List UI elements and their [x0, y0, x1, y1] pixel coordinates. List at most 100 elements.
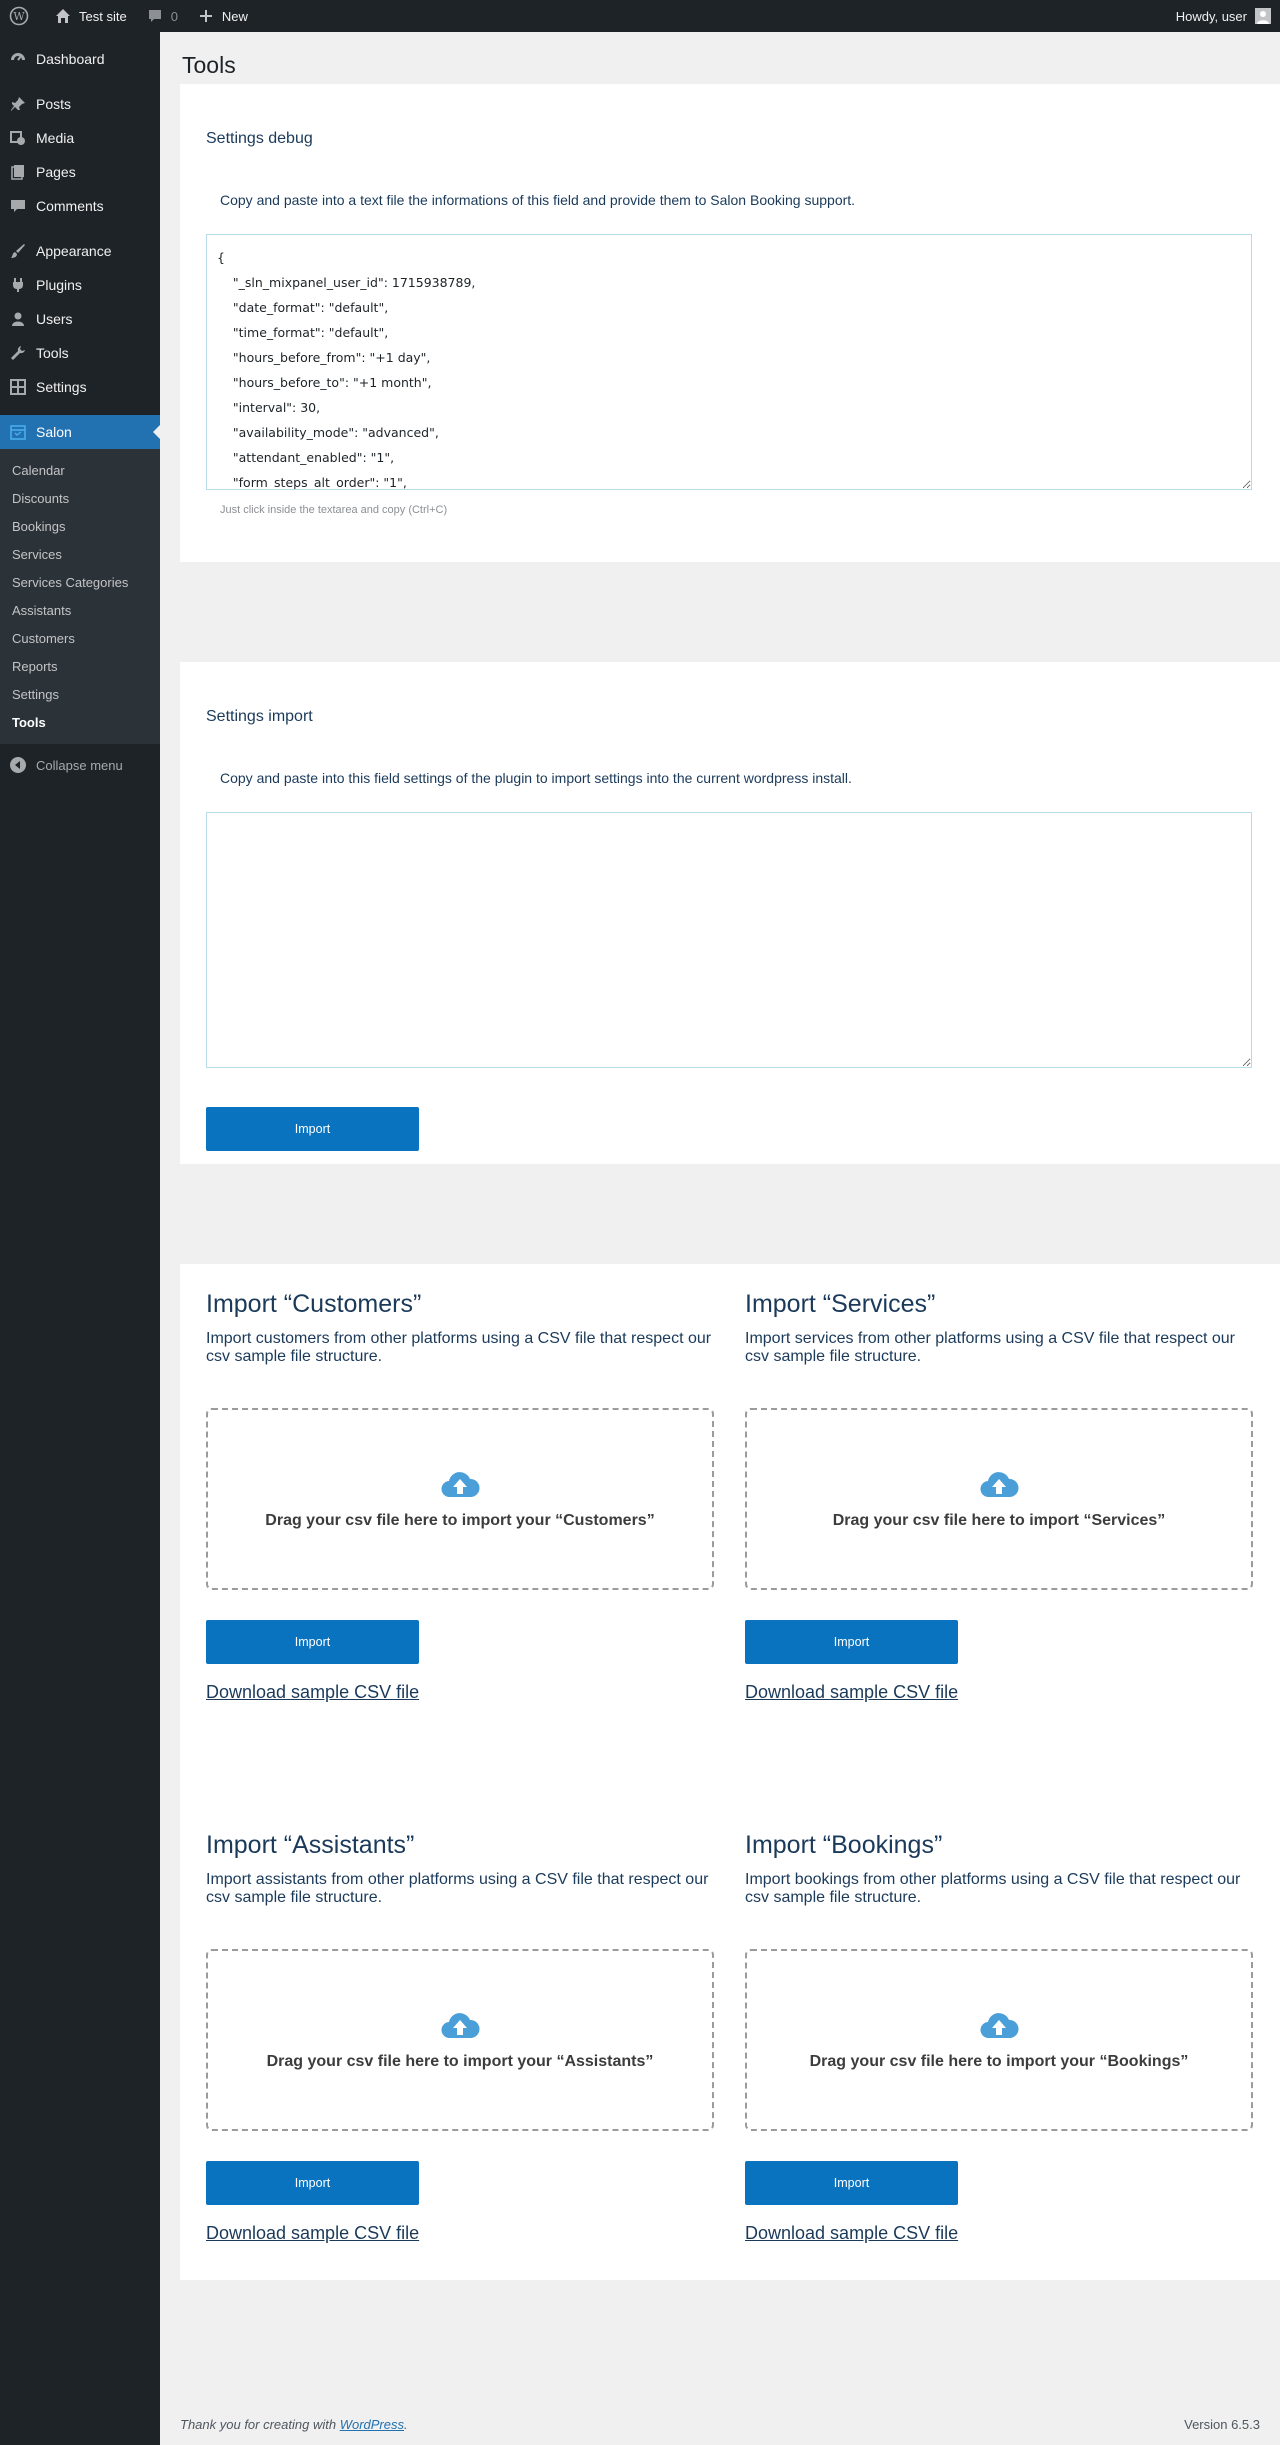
sidebar-item-plugins[interactable]: Plugins: [0, 268, 160, 302]
admin-sidebar: Dashboard Posts Media Pages Comments App…: [0, 32, 160, 2445]
sidebar-item-label: Posts: [36, 96, 72, 112]
customers-drop-text: Drag your csv file here to import your “…: [265, 1511, 655, 1529]
settings-debug-textarea[interactable]: { "_sln_mixpanel_user_id": 1715938789, "…: [206, 234, 1252, 490]
submenu-item-discounts[interactable]: Discounts: [0, 484, 160, 512]
page-icon: [8, 162, 28, 182]
sidebar-item-settings[interactable]: Settings: [0, 370, 160, 404]
assistants-sample-csv-link[interactable]: Download sample CSV file: [206, 2223, 419, 2244]
import-customers-button[interactable]: Import: [206, 1620, 419, 1664]
site-name-menu[interactable]: Test site: [44, 0, 136, 32]
sidebar-item-label: Dashboard: [36, 51, 105, 67]
cloud-upload-icon: [979, 1469, 1019, 1504]
calendar-icon: [8, 422, 28, 442]
plus-icon: [196, 6, 216, 26]
wrench-icon: [8, 343, 28, 363]
my-account-menu[interactable]: Howdy, user: [1167, 0, 1280, 32]
settings-import-title: Settings import: [206, 708, 313, 725]
wordpress-logo-menu[interactable]: W: [0, 0, 44, 32]
new-label: New: [221, 8, 248, 24]
admin-footer: Thank you for creating with WordPress. V…: [180, 2417, 1260, 2432]
bookings-sample-csv-link[interactable]: Download sample CSV file: [745, 2223, 958, 2244]
sidebar-item-dashboard[interactable]: Dashboard: [0, 42, 160, 76]
sidebar-item-label: Salon: [36, 424, 72, 440]
sidebar-item-pages[interactable]: Pages: [0, 155, 160, 189]
wordpress-link[interactable]: WordPress: [340, 2417, 404, 2432]
comment-icon: [8, 196, 28, 216]
settings-import-panel: Settings import Copy and paste into this…: [180, 662, 1280, 1164]
page-title: Tools: [182, 52, 236, 78]
pin-icon: [8, 94, 28, 114]
sidebar-item-label: Appearance: [36, 243, 112, 259]
settings-debug-hint: Just click inside the textarea and copy …: [220, 504, 448, 516]
sidebar-item-label: Plugins: [36, 277, 82, 293]
sidebar-item-label: Pages: [36, 164, 76, 180]
footer-thanks: Thank you for creating with WordPress.: [180, 2417, 408, 2432]
import-services-section: Import “Services” Import services from o…: [745, 1290, 1253, 1702]
bookings-dropzone[interactable]: Drag your csv file here to import your “…: [745, 1949, 1253, 2131]
import-services-title: Import “Services”: [745, 1290, 936, 1318]
import-customers-description: Import customers from other platforms us…: [206, 1330, 712, 1365]
footer-thanks-prefix: Thank you for creating with: [180, 2417, 340, 2432]
sidebar-item-appearance[interactable]: Appearance: [0, 234, 160, 268]
sidebar-item-posts[interactable]: Posts: [0, 87, 160, 121]
sidebar-item-label: Users: [36, 311, 73, 327]
import-customers-title: Import “Customers”: [206, 1290, 422, 1318]
submenu-item-assistants[interactable]: Assistants: [0, 596, 160, 624]
bookings-drop-text: Drag your csv file here to import your “…: [809, 2052, 1189, 2070]
submenu-item-reports[interactable]: Reports: [0, 652, 160, 680]
sidebar-item-comments[interactable]: Comments: [0, 189, 160, 223]
import-bookings-title: Import “Bookings”: [745, 1831, 943, 1859]
sidebar-item-salon[interactable]: Salon: [0, 415, 160, 449]
customers-sample-csv-link[interactable]: Download sample CSV file: [206, 1682, 419, 1703]
services-drop-text: Drag your csv file here to import “Servi…: [832, 1511, 1166, 1529]
admin-bar: W Test site 0 New Howdy, user: [0, 0, 1280, 32]
submenu-item-customers[interactable]: Customers: [0, 624, 160, 652]
sidebar-item-tools[interactable]: Tools: [0, 336, 160, 370]
import-bookings-section: Import “Bookings” Import bookings from o…: [745, 1831, 1253, 2243]
cloud-upload-icon: [979, 2010, 1019, 2045]
import-customers-section: Import “Customers” Import customers from…: [206, 1290, 714, 1702]
site-name: Test site: [79, 8, 127, 24]
sidebar-item-media[interactable]: Media: [0, 121, 160, 155]
submenu-item-bookings[interactable]: Bookings: [0, 512, 160, 540]
submenu-item-services-categories[interactable]: Services Categories: [0, 568, 160, 596]
collapse-arrow-icon: [8, 755, 28, 775]
customers-dropzone[interactable]: Drag your csv file here to import your “…: [206, 1408, 714, 1590]
collapse-menu-button[interactable]: Collapse menu: [0, 748, 160, 782]
settings-import-button[interactable]: Import: [206, 1107, 419, 1151]
services-dropzone[interactable]: Drag your csv file here to import “Servi…: [745, 1408, 1253, 1590]
sidebar-item-label: Tools: [36, 345, 69, 361]
assistants-drop-text: Drag your csv file here to import your “…: [266, 2052, 654, 2070]
sidebar-item-users[interactable]: Users: [0, 302, 160, 336]
submenu-item-settings[interactable]: Settings: [0, 680, 160, 708]
comment-bubble-icon: [145, 6, 165, 26]
import-assistants-button[interactable]: Import: [206, 2161, 419, 2205]
home-icon: [53, 6, 73, 26]
import-services-button[interactable]: Import: [745, 1620, 958, 1664]
submenu-item-calendar[interactable]: Calendar: [0, 456, 160, 484]
cloud-upload-icon: [440, 2010, 480, 2045]
comments-count: 0: [170, 8, 178, 24]
brush-icon: [8, 241, 28, 261]
howdy-text: Howdy, user: [1175, 8, 1247, 24]
salon-submenu: Calendar Discounts Bookings Services Ser…: [0, 449, 160, 744]
comments-menu[interactable]: 0: [136, 0, 187, 32]
sidebar-item-label: Media: [36, 130, 75, 146]
assistants-dropzone[interactable]: Drag your csv file here to import your “…: [206, 1949, 714, 2131]
settings-import-textarea[interactable]: [206, 812, 1252, 1068]
import-bookings-description: Import bookings from other platforms usi…: [745, 1871, 1241, 1906]
settings-debug-title: Settings debug: [206, 130, 313, 147]
settings-debug-description: Copy and paste into a text file the info…: [220, 192, 856, 208]
media-icon: [8, 128, 28, 148]
submenu-item-services[interactable]: Services: [0, 540, 160, 568]
services-sample-csv-link[interactable]: Download sample CSV file: [745, 1682, 958, 1703]
sidebar-item-label: Comments: [36, 198, 104, 214]
submenu-item-tools[interactable]: Tools: [0, 708, 160, 736]
settings-import-description: Copy and paste into this field settings …: [220, 770, 852, 786]
dashboard-icon: [8, 49, 28, 69]
avatar: [1255, 8, 1271, 24]
import-assistants-description: Import assistants from other platforms u…: [206, 1871, 709, 1906]
import-bookings-button[interactable]: Import: [745, 2161, 958, 2205]
collapse-menu-label: Collapse menu: [36, 757, 123, 773]
new-content-menu[interactable]: New: [187, 0, 257, 32]
